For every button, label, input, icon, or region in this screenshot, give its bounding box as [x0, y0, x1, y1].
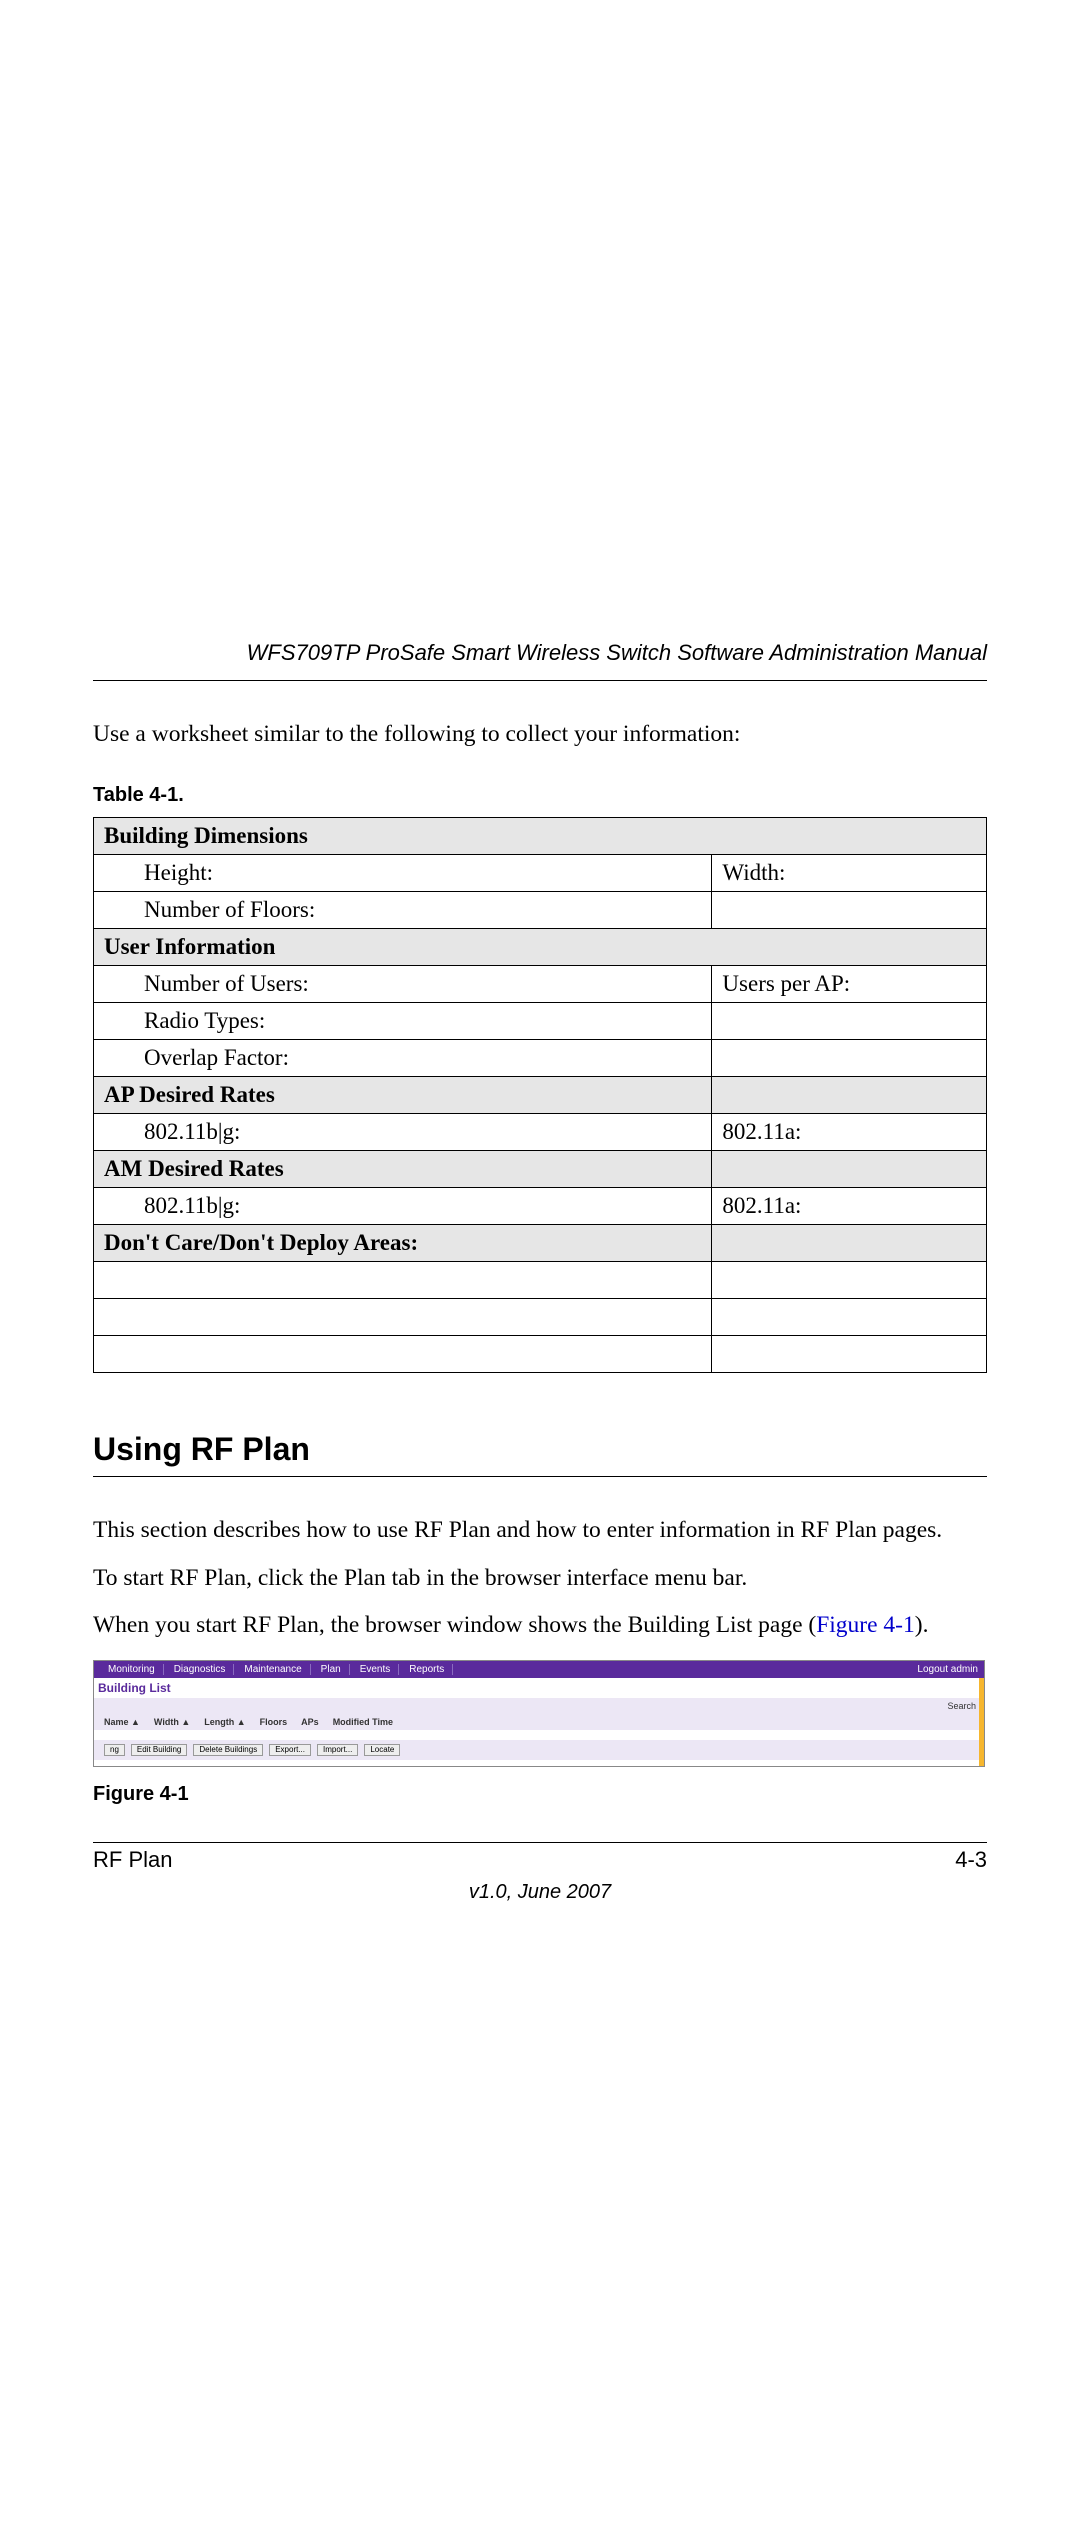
cell-floors: Number of Floors: [94, 892, 712, 929]
cell-empty [712, 892, 987, 929]
col: APs [301, 1717, 319, 1727]
cell-empty [712, 1151, 987, 1188]
cell-users-per-ap: Users per AP: [712, 966, 987, 1003]
cell-width: Width: [712, 855, 987, 892]
figure-link[interactable]: Figure 4-1 [816, 1612, 915, 1638]
worksheet-table: Building Dimensions Height:Width: Number… [93, 817, 987, 1373]
cell-empty [712, 1225, 987, 1262]
col: Name ▲ [104, 1717, 140, 1727]
tab: Diagnostics [166, 1664, 235, 1675]
table-row: User Information [94, 929, 987, 966]
col: Modified Time [333, 1717, 393, 1727]
screenshot-buttons: ng Edit Building Delete Buildings Export… [94, 1740, 984, 1760]
screenshot-columns: Name ▲ Width ▲ Length ▲ Floors APs Modif… [94, 1714, 984, 1730]
cell-radio: Radio Types: [94, 1003, 712, 1040]
tab: Reports [401, 1664, 453, 1675]
section-heading: Using RF Plan [93, 1431, 987, 1477]
table-row [94, 1262, 987, 1299]
cell-empty [94, 1336, 712, 1373]
footer: RF Plan 4-3 [93, 1842, 987, 1873]
table-row: AM Desired Rates [94, 1151, 987, 1188]
table-row: AP Desired Rates [94, 1077, 987, 1114]
table-caption: Table 4-1. [93, 784, 987, 807]
cell-height: Height: [94, 855, 712, 892]
table-row: Radio Types: [94, 1003, 987, 1040]
cell-building-dimensions: Building Dimensions [94, 818, 987, 855]
text: When you start RF Plan, the browser wind… [93, 1612, 816, 1638]
table-row: Height:Width: [94, 855, 987, 892]
cell-empty [94, 1262, 712, 1299]
cell-users: Number of Users: [94, 966, 712, 1003]
cell-a2: 802.11a: [712, 1188, 987, 1225]
version-text: v1.0, June 2007 [93, 1881, 987, 1904]
cell-a: 802.11a: [712, 1114, 987, 1151]
search-label: Search [947, 1701, 976, 1711]
cell-am-rates: AM Desired Rates [94, 1151, 712, 1188]
table-row: Number of Users:Users per AP: [94, 966, 987, 1003]
tab: Monitoring [100, 1664, 164, 1675]
cell-empty [712, 1336, 987, 1373]
figure-caption: Figure 4-1 [93, 1783, 987, 1806]
intro-text: Use a worksheet similar to the following… [93, 721, 987, 748]
cell-empty [712, 1262, 987, 1299]
tab: Events [352, 1664, 400, 1675]
cell-empty [712, 1003, 987, 1040]
btn: Delete Buildings [193, 1744, 263, 1756]
btn: Import... [317, 1744, 358, 1756]
btn: Edit Building [131, 1744, 187, 1756]
footer-left: RF Plan [93, 1847, 172, 1873]
cell-bg2: 802.11b|g: [94, 1188, 712, 1225]
text: ). [915, 1612, 929, 1638]
cell-empty [712, 1077, 987, 1114]
screenshot-body [94, 1730, 984, 1740]
paragraph: This section describes how to use RF Pla… [93, 1515, 987, 1547]
screenshot-figure: Monitoring Diagnostics Maintenance Plan … [93, 1660, 985, 1767]
screenshot-menubar: Monitoring Diagnostics Maintenance Plan … [94, 1661, 984, 1678]
screenshot-tabs: Monitoring Diagnostics Maintenance Plan … [100, 1664, 453, 1675]
document-header: WFS709TP ProSafe Smart Wireless Switch S… [93, 640, 987, 681]
cell-empty [712, 1299, 987, 1336]
table-row [94, 1336, 987, 1373]
table-row [94, 1299, 987, 1336]
cell-user-info: User Information [94, 929, 987, 966]
cell-dont-care: Don't Care/Don't Deploy Areas: [94, 1225, 712, 1262]
cell-empty [94, 1299, 712, 1336]
footer-right: 4-3 [955, 1847, 987, 1873]
col: Width ▲ [154, 1717, 190, 1727]
col: Floors [260, 1717, 288, 1727]
cell-ap-rates: AP Desired Rates [94, 1077, 712, 1114]
cell-empty [712, 1040, 987, 1077]
logout-link: Logout admin [917, 1664, 978, 1675]
cell-bg: 802.11b|g: [94, 1114, 712, 1151]
btn: ng [104, 1744, 125, 1756]
tab: Maintenance [236, 1664, 310, 1675]
table-row: Number of Floors: [94, 892, 987, 929]
table-row: Building Dimensions [94, 818, 987, 855]
screenshot-title: Building List [94, 1678, 984, 1698]
tab: Plan [313, 1664, 350, 1675]
paragraph: When you start RF Plan, the browser wind… [93, 1610, 987, 1642]
paragraph: To start RF Plan, click the Plan tab in … [93, 1563, 987, 1595]
screenshot-accent-bar [979, 1678, 984, 1766]
table-row: Overlap Factor: [94, 1040, 987, 1077]
cell-overlap: Overlap Factor: [94, 1040, 712, 1077]
table-row: Don't Care/Don't Deploy Areas: [94, 1225, 987, 1262]
table-row: 802.11b|g:802.11a: [94, 1188, 987, 1225]
table-row: 802.11b|g:802.11a: [94, 1114, 987, 1151]
btn: Export... [269, 1744, 311, 1756]
btn: Locate [364, 1744, 400, 1756]
col: Length ▲ [204, 1717, 245, 1727]
screenshot-search-row: Search [94, 1698, 984, 1714]
